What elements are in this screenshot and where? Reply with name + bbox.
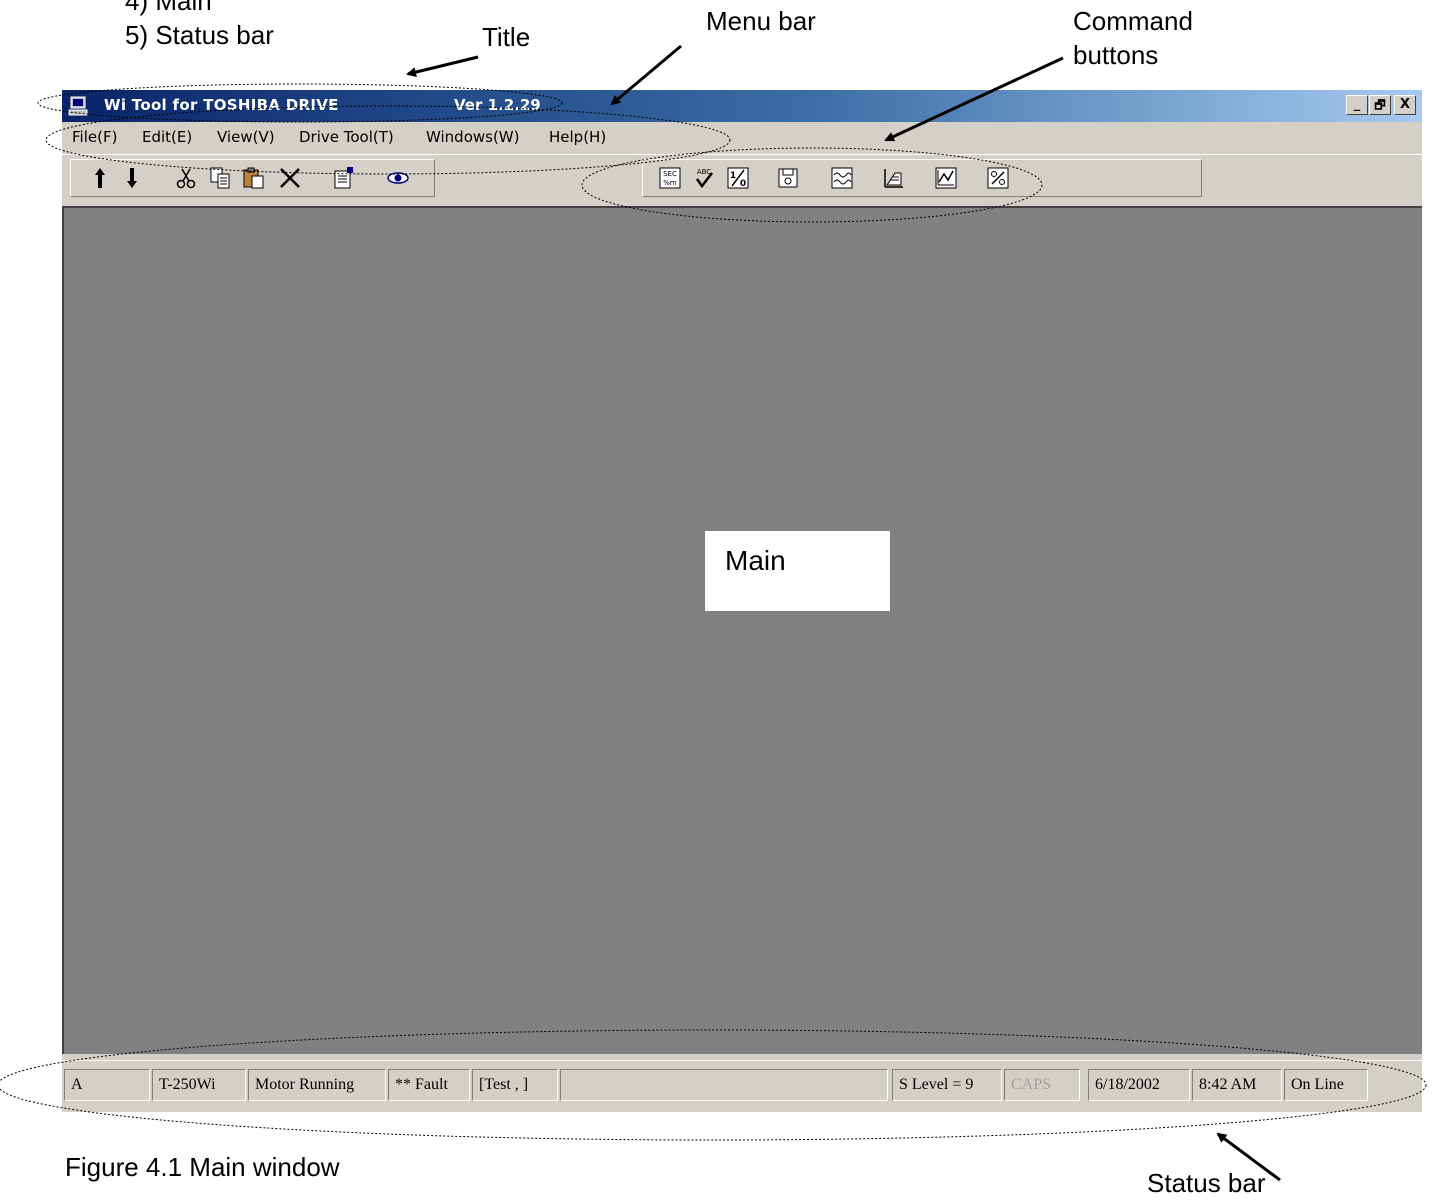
annotation-menu-bar: Menu bar — [706, 6, 816, 36]
menu-bar: File(F) Edit(E) View(V) Drive Tool(T) Wi… — [62, 122, 1422, 152]
main-area: Main — [62, 206, 1422, 1054]
annotation-status-bar: Status bar — [1147, 1168, 1266, 1198]
restore-button[interactable]: 🗗 — [1369, 95, 1391, 115]
main-label: Main — [725, 545, 786, 576]
paste-icon[interactable] — [238, 162, 270, 194]
menu-view[interactable]: View(V) — [217, 128, 275, 146]
status-date: 6/18/2002 — [1088, 1069, 1190, 1101]
arrow-down-icon[interactable] — [116, 162, 148, 194]
window-title: Wi Tool for TOSHIBA DRIVE — [104, 96, 339, 114]
figure-caption: Figure 4.1 Main window — [65, 1152, 340, 1182]
doc-list-item-main: 4) Main — [125, 0, 212, 16]
menu-windows[interactable]: Windows(W) — [426, 128, 520, 146]
title-bar[interactable]: Wi Tool for TOSHIBA DRIVE Ver 1.2.29 _ 🗗… — [62, 90, 1422, 122]
fraction-icon[interactable]: 10 — [722, 162, 754, 194]
view-icon[interactable] — [382, 162, 414, 194]
status-model: T-250Wi — [152, 1069, 246, 1101]
title-arrow — [406, 55, 479, 77]
status-empty-pane — [560, 1069, 888, 1101]
menu-edit[interactable]: Edit(E) — [142, 128, 192, 146]
annotation-command-buttons: Command — [1073, 6, 1193, 36]
copy-icon[interactable] — [204, 162, 236, 194]
status-online: On Line — [1284, 1069, 1368, 1101]
sec-icon[interactable]: SEC %m — [654, 162, 686, 194]
status-test: [Test , ] — [472, 1069, 558, 1101]
status-time: 8:42 AM — [1192, 1069, 1282, 1101]
annotation-command-buttons-clip: buttons — [1073, 40, 1193, 66]
status-s-level: S Level = 9 — [892, 1069, 1002, 1101]
properties-icon[interactable] — [328, 162, 360, 194]
trend-icon[interactable] — [930, 162, 962, 194]
svg-text:SEC: SEC — [663, 170, 677, 178]
save-drive-icon[interactable] — [772, 162, 804, 194]
status-drive-letter: A — [64, 1069, 150, 1101]
arrow-up-icon[interactable] — [84, 162, 116, 194]
doc-list-item-status-bar: 5) Status bar — [125, 20, 274, 50]
chart-icon[interactable] — [878, 162, 910, 194]
waveform-icon[interactable] — [826, 162, 858, 194]
status-fault: ** Fault — [388, 1069, 470, 1101]
close-button[interactable]: X — [1394, 95, 1416, 115]
menu-drive-tool[interactable]: Drive Tool(T) — [299, 128, 394, 146]
window-version: Ver 1.2.29 — [454, 96, 541, 114]
app-window: Wi Tool for TOSHIBA DRIVE Ver 1.2.29 _ 🗗… — [62, 90, 1422, 1112]
status-bar: A T-250Wi Motor Running ** Fault [Test ,… — [62, 1060, 1422, 1112]
svg-text:1: 1 — [730, 171, 736, 181]
svg-text:%m: %m — [663, 179, 677, 187]
svg-text:0: 0 — [740, 179, 746, 189]
app-computer-icon — [68, 96, 88, 116]
delete-icon[interactable] — [274, 162, 306, 194]
menu-help[interactable]: Help(H) — [549, 128, 606, 146]
percent-icon[interactable] — [982, 162, 1014, 194]
toolbar: SEC %m ABC 10 — [62, 154, 1422, 205]
annotation-command-buttons-line2: buttons — [1073, 40, 1159, 66]
annotation-title: Title — [482, 22, 531, 52]
menu-file[interactable]: File(F) — [72, 128, 117, 146]
abc-check-icon[interactable]: ABC — [688, 162, 720, 194]
status-caps: CAPS — [1004, 1069, 1080, 1101]
minimize-button[interactable]: _ — [1346, 95, 1368, 115]
cut-icon[interactable] — [170, 162, 202, 194]
status-motor: Motor Running — [248, 1069, 386, 1101]
main-label-box: Main — [705, 531, 890, 611]
